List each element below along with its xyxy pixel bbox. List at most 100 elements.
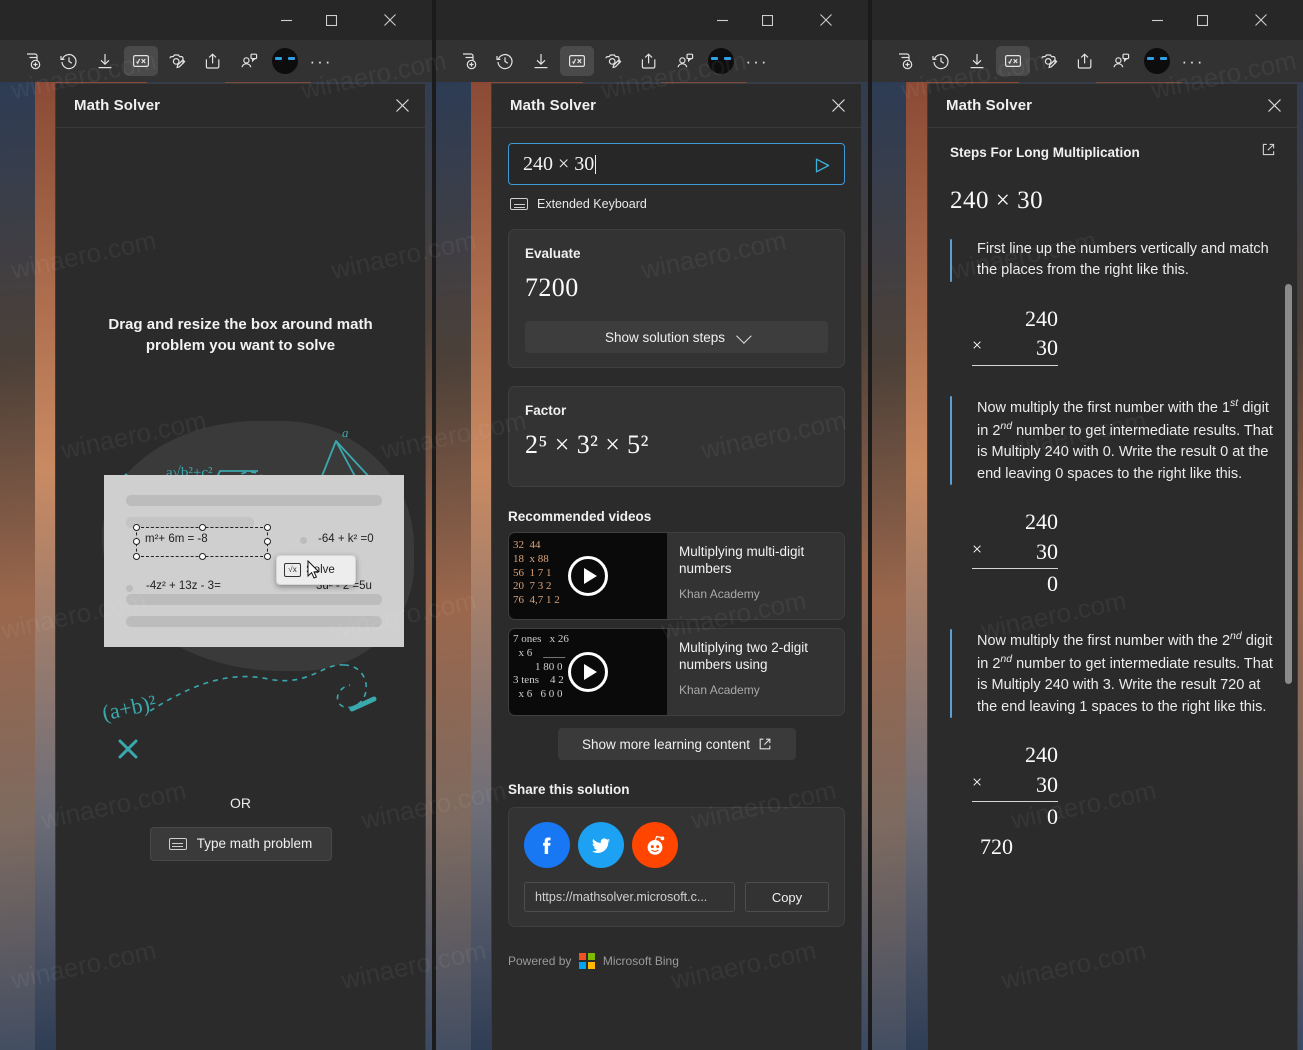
titlebar-1: [0, 0, 432, 40]
steps-header: Steps For Long Multiplication: [950, 143, 1275, 161]
selection-box[interactable]: m²+ 6m = -8: [133, 523, 271, 560]
avatar[interactable]: [1140, 46, 1174, 76]
math-solver-icon[interactable]: [560, 46, 594, 76]
minimize-button-3[interactable]: [1135, 0, 1179, 40]
screenshot-icon[interactable]: [160, 46, 194, 76]
calc-partial: 0: [1047, 571, 1058, 597]
close-button-1[interactable]: [368, 0, 412, 40]
math-solver-flyout-capture: Math Solver Drag and resize the box arou…: [56, 84, 425, 1050]
maximize-button-1[interactable]: [309, 0, 353, 40]
type-math-problem-button[interactable]: Type math problem: [149, 826, 332, 861]
minimize-button-1[interactable]: [264, 0, 308, 40]
downloads-icon[interactable]: [524, 46, 558, 76]
share-icon[interactable]: [1068, 46, 1102, 76]
math-solver-icon[interactable]: [996, 46, 1030, 76]
calc-op: ×: [972, 335, 983, 356]
reddit-share-button[interactable]: [632, 822, 678, 868]
close-button-3[interactable]: [1239, 0, 1283, 40]
extended-keyboard-button[interactable]: Extended Keyboard: [508, 197, 845, 211]
step-text: First line up the numbers vertically and…: [977, 241, 1269, 279]
step-calculation: 240 × 30 0: [972, 507, 1275, 598]
collaborate-icon[interactable]: [232, 46, 266, 76]
share-icon[interactable]: [196, 46, 230, 76]
maximize-button-3[interactable]: [1180, 0, 1224, 40]
calc-partial: 0: [1047, 804, 1058, 830]
flyout-title-3: Math Solver: [946, 97, 1033, 114]
collections-add-icon[interactable]: [452, 46, 486, 76]
history-icon[interactable]: [52, 46, 86, 76]
downloads-icon[interactable]: [88, 46, 122, 76]
share-icon[interactable]: [632, 46, 666, 76]
type-math-problem-label: Type math problem: [196, 836, 313, 852]
more-icon[interactable]: ···: [740, 46, 774, 76]
more-icon[interactable]: ···: [304, 46, 338, 76]
facebook-share-button[interactable]: [524, 822, 570, 868]
flyout-title-2: Math Solver: [510, 97, 597, 114]
flyout-close-button-2[interactable]: [821, 89, 855, 123]
collections-add-icon[interactable]: [888, 46, 922, 76]
calc-partial: 720: [980, 833, 1013, 859]
collaborate-icon[interactable]: [1104, 46, 1138, 76]
titlebar-2: [436, 0, 868, 40]
powered-by-label: Powered by: [508, 953, 572, 968]
calc-top: 240: [1025, 305, 1058, 331]
play-icon: [568, 556, 608, 596]
keyboard-icon: [510, 198, 528, 210]
history-icon[interactable]: [924, 46, 958, 76]
show-more-learning-content-button[interactable]: Show more learning content: [557, 728, 796, 760]
powered-by: Powered by Microsoft Bing: [508, 953, 845, 969]
avatar[interactable]: [704, 46, 738, 76]
share-link-field[interactable]: https://mathsolver.microsoft.c...: [524, 882, 735, 912]
steps-scrollbar[interactable]: [1285, 284, 1292, 684]
capture-heading: Drag and resize the box around math prob…: [108, 316, 373, 355]
equation-3: -4z² + 13z - 3=: [146, 579, 221, 592]
minimize-button-2[interactable]: [700, 0, 744, 40]
flyout-close-button-1[interactable]: [385, 89, 419, 123]
calc-op: ×: [972, 771, 983, 792]
collaborate-icon[interactable]: [668, 46, 702, 76]
step-text: Now multiply the first number with the 2…: [977, 629, 1273, 715]
video-thumb-scribble: 32 44 18 x 88 56 1 7 1 20 7 3 2 76 4,7 1…: [513, 539, 560, 606]
solve-button[interactable]: √x Solve: [276, 554, 356, 585]
screenshot-icon[interactable]: [596, 46, 630, 76]
submit-icon[interactable]: [808, 151, 836, 179]
close-button-2[interactable]: [804, 0, 848, 40]
step-text: Now multiply the first number with the 1…: [977, 396, 1273, 482]
evaluate-value: 7200: [525, 273, 579, 302]
video-title: Multiplying two 2-digit numbers using: [679, 640, 809, 673]
video-source: Khan Academy: [679, 682, 760, 697]
collections-add-icon[interactable]: [16, 46, 50, 76]
avatar[interactable]: [268, 46, 302, 76]
result-panel-body: 240 × 30 Extended Keyboard Evaluate 7200: [492, 129, 861, 1050]
video-thumbnail: 32 44 18 x 88 56 1 7 1 20 7 3 2 76 4,7 1…: [509, 533, 667, 619]
powered-by-brand: Microsoft Bing: [602, 953, 679, 968]
calc-op: ×: [972, 538, 983, 559]
twitter-share-button[interactable]: [578, 822, 624, 868]
list-item[interactable]: 7 ones x 26 x 6 ____ 1 80 0 3 tens 4 2 x…: [508, 628, 845, 716]
factor-title: Factor: [525, 403, 567, 418]
document-preview: m²+ 6m = -8 -64 + k² =0 -4z² + 13z - 3= …: [104, 474, 404, 647]
flyout-header-2: Math Solver: [492, 84, 861, 128]
maximize-button-2[interactable]: [745, 0, 789, 40]
or-label: OR: [230, 794, 251, 811]
flyout-close-button-3[interactable]: [1257, 89, 1291, 123]
toolbar-2: ···: [436, 40, 868, 82]
solution-step: First line up the numbers vertically and…: [950, 239, 1275, 282]
math-input-field[interactable]: 240 × 30: [508, 143, 845, 185]
copy-button-label: Copy: [771, 889, 803, 905]
open-external-icon[interactable]: [1262, 143, 1275, 161]
steps-panel-body: Steps For Long Multiplication 240 × 30 F…: [928, 129, 1297, 1050]
step-calculation: 240 × 30: [972, 304, 1275, 366]
more-icon[interactable]: ···: [1176, 46, 1210, 76]
math-solver-icon-small: √x: [284, 562, 301, 577]
capture-panel-body: Drag and resize the box around math prob…: [56, 129, 425, 1050]
copy-button[interactable]: Copy: [745, 882, 829, 912]
show-solution-steps-button[interactable]: Show solution steps: [525, 321, 828, 353]
step-calculation: 240 × 30 0 720: [972, 740, 1275, 861]
math-solver-icon[interactable]: [124, 46, 158, 76]
screenshot-icon[interactable]: [1032, 46, 1066, 76]
calc-top: 240: [1025, 509, 1058, 535]
list-item[interactable]: 32 44 18 x 88 56 1 7 1 20 7 3 2 76 4,7 1…: [508, 532, 845, 620]
history-icon[interactable]: [488, 46, 522, 76]
downloads-icon[interactable]: [960, 46, 994, 76]
